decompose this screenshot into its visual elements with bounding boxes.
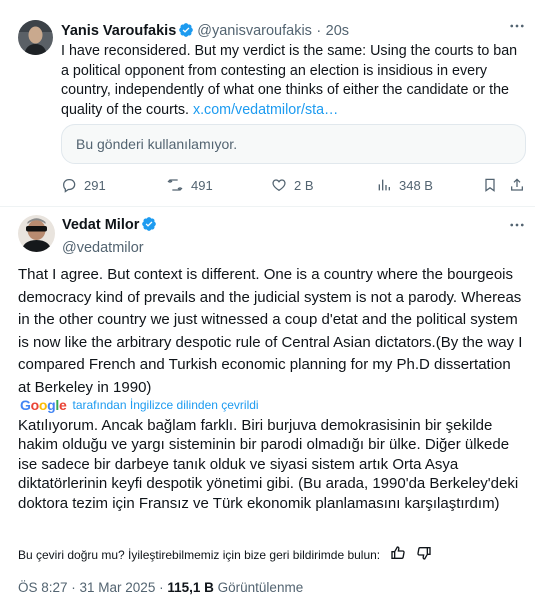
views-count: 348 B [399, 177, 433, 193]
reply-author-name[interactable]: Yanis Varoufakis [61, 23, 176, 39]
translation-feedback: Bu çeviri doğru mu? İyileştirebilmemiz i… [18, 545, 432, 564]
reply-button[interactable]: 291 [61, 177, 106, 193]
verified-badge-icon [141, 216, 157, 237]
main-author-block: Vedat Milor @vedatmilor [62, 216, 160, 257]
avatar-vedat[interactable] [18, 215, 55, 252]
analytics-icon [376, 177, 392, 193]
like-count: 2 B [294, 177, 314, 193]
heart-icon [271, 177, 287, 193]
like-button[interactable]: 2 B [271, 177, 314, 193]
feedback-prompt: Bu çeviri doğru mu? İyileştirebilmemiz i… [18, 547, 381, 562]
share-icon [509, 177, 525, 193]
thumbs-down-icon[interactable] [416, 545, 432, 564]
repost-count: 491 [191, 177, 213, 193]
tweet-meta: ÖS 8:27 · 31 Mar 2025 · 115,1 B Görüntül… [18, 580, 303, 595]
main-author-name[interactable]: Vedat Milor [62, 217, 139, 233]
more-horizontal-icon[interactable] [508, 17, 526, 40]
tweet-divider [0, 206, 535, 207]
thumbs-up-icon[interactable] [390, 545, 406, 564]
translated-text: Katılıyorum. Ancak bağlam farklı. Biri b… [18, 417, 519, 512]
google-logo: Google [20, 397, 67, 413]
translation-attribution[interactable]: Google tarafından İngilizce dilinden çev… [20, 397, 259, 413]
unavailable-post-text: Bu gönderi kullanılamıyor. [76, 136, 238, 152]
verified-badge-icon [178, 22, 194, 43]
reply-author-handle[interactable]: @yanisvaroufakis [197, 23, 312, 39]
reply-action-bar: 291 491 2 B 348 B [61, 177, 523, 197]
main-tweet-text: That I agree. But context is different. … [18, 266, 523, 396]
repost-button[interactable]: 491 [166, 177, 213, 193]
bookmark-icon [482, 177, 498, 193]
time-separator: · [316, 23, 322, 39]
repost-icon [166, 177, 184, 193]
bookmark-button[interactable] [482, 177, 498, 193]
more-horizontal-icon[interactable] [508, 216, 526, 239]
views-label: Görüntülenme [217, 580, 304, 595]
reply-count: 291 [84, 177, 106, 193]
share-button[interactable] [509, 177, 525, 193]
views-button[interactable]: 348 B [376, 177, 433, 193]
quoted-tweet-link[interactable]: x.com/vedatmilor/sta… [193, 102, 338, 118]
views-total: 115,1 B [167, 580, 214, 595]
reply-author-row: Yanis Varoufakis @yanisvaroufakis · 20s [61, 22, 349, 43]
reply-icon [61, 177, 77, 193]
unavailable-post-card: Bu gönderi kullanılamıyor. [61, 124, 526, 164]
avatar-yanis[interactable] [18, 20, 53, 55]
reply-tweet-text: I have reconsidered. But my verdict is t… [61, 42, 526, 120]
main-author-handle[interactable]: @vedatmilor [62, 240, 144, 256]
reply-time[interactable]: 20s [326, 23, 349, 39]
timestamp[interactable]: ÖS 8:27 · 31 Mar 2025 · [18, 580, 164, 595]
translated-by-text: tarafından İngilizce dilinden çevrildi [72, 398, 259, 412]
